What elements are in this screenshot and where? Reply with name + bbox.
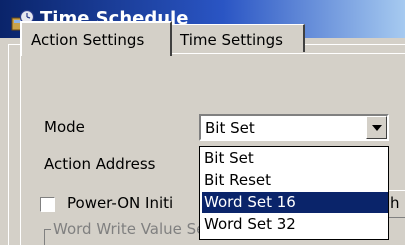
mode-select[interactable]: Bit Set — [199, 114, 389, 141]
tab-action-settings[interactable]: Action Settings — [20, 21, 172, 56]
mode-dropdown-list: Bit Set Bit Reset Word Set 16 Word Set 3… — [199, 146, 389, 240]
tab-time-settings-label: Time Settings — [180, 31, 284, 49]
time-schedule-window: Time Schedule Action Settings Time Setti… — [0, 0, 405, 245]
tab-action-settings-label: Action Settings — [31, 31, 145, 49]
chevron-down-icon — [372, 125, 382, 131]
dropdown-option-bit-reset[interactable]: Bit Reset — [202, 170, 388, 191]
mode-dropdown-button[interactable] — [366, 116, 387, 139]
dropdown-option-word-set-16[interactable]: Word Set 16 — [202, 192, 388, 213]
dropdown-option-bit-set[interactable]: Bit Set — [202, 148, 388, 169]
dropdown-option-word-set-32[interactable]: Word Set 32 — [202, 214, 388, 235]
mode-select-value: Bit Set — [205, 119, 255, 137]
tab-time-settings[interactable]: Time Settings — [171, 24, 305, 52]
